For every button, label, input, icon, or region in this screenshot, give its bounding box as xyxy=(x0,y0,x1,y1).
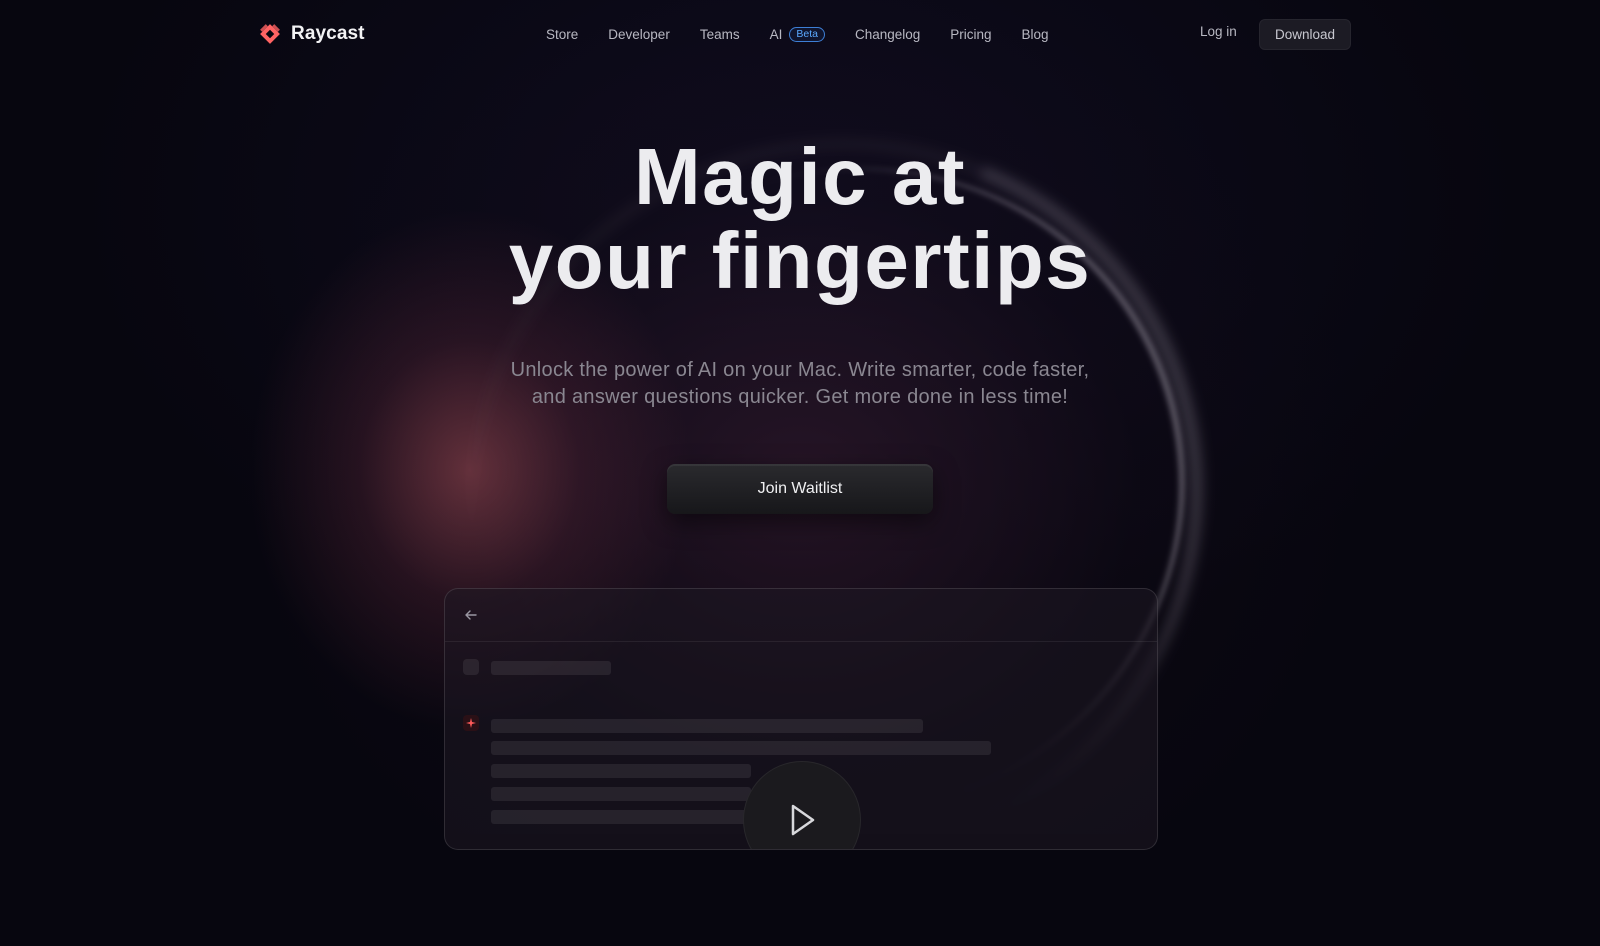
message-line-placeholder xyxy=(491,661,611,675)
app-preview-header xyxy=(445,589,1157,642)
app-preview-window xyxy=(444,588,1158,850)
play-video-button[interactable] xyxy=(743,761,861,849)
download-button[interactable]: Download xyxy=(1259,19,1351,50)
hero-subtitle-line-2: and answer questions quicker. Get more d… xyxy=(531,386,1069,408)
response-line-placeholder xyxy=(491,719,923,733)
hero-subtitle: Unlock the power of AI on your Mac. Writ… xyxy=(0,357,1600,411)
nav-link-ai-label: AI xyxy=(769,26,783,42)
nav-link-developer[interactable]: Developer xyxy=(608,27,670,42)
play-icon xyxy=(791,804,815,836)
nav-link-pricing[interactable]: Pricing xyxy=(950,27,991,42)
nav-link-changelog[interactable]: Changelog xyxy=(855,27,920,42)
nav-link-store[interactable]: Store xyxy=(546,27,578,42)
response-line-placeholder xyxy=(491,787,751,801)
nav-links: Store Developer Teams AI Beta Changelog … xyxy=(546,24,1079,44)
nav-link-ai[interactable]: AI Beta xyxy=(769,26,825,42)
nav-link-teams[interactable]: Teams xyxy=(700,27,740,42)
hero-title-line-1: Magic at xyxy=(633,132,967,221)
brand-name: Raycast xyxy=(291,23,365,44)
response-line-placeholder xyxy=(491,810,751,824)
beta-badge: Beta xyxy=(789,26,825,42)
hero-title-line-2: your fingertips xyxy=(508,216,1092,305)
top-nav: Raycast Store Developer Teams AI Beta Ch… xyxy=(0,0,1600,68)
join-waitlist-button[interactable]: Join Waitlist xyxy=(667,464,933,514)
nav-link-blog[interactable]: Blog xyxy=(1022,27,1049,42)
arrow-left-icon[interactable] xyxy=(463,607,479,623)
sparkle-icon xyxy=(466,718,476,728)
user-avatar-placeholder xyxy=(463,659,479,675)
hero-subtitle-line-1: Unlock the power of AI on your Mac. Writ… xyxy=(510,359,1090,381)
hero-title: Magic at your fingertips xyxy=(0,135,1600,303)
response-line-placeholder xyxy=(491,764,751,778)
assistant-avatar xyxy=(463,715,479,731)
raycast-logo-icon xyxy=(260,24,280,44)
login-link[interactable]: Log in xyxy=(1200,24,1237,39)
response-line-placeholder xyxy=(491,741,991,755)
brand-logo-link[interactable]: Raycast xyxy=(257,20,365,48)
